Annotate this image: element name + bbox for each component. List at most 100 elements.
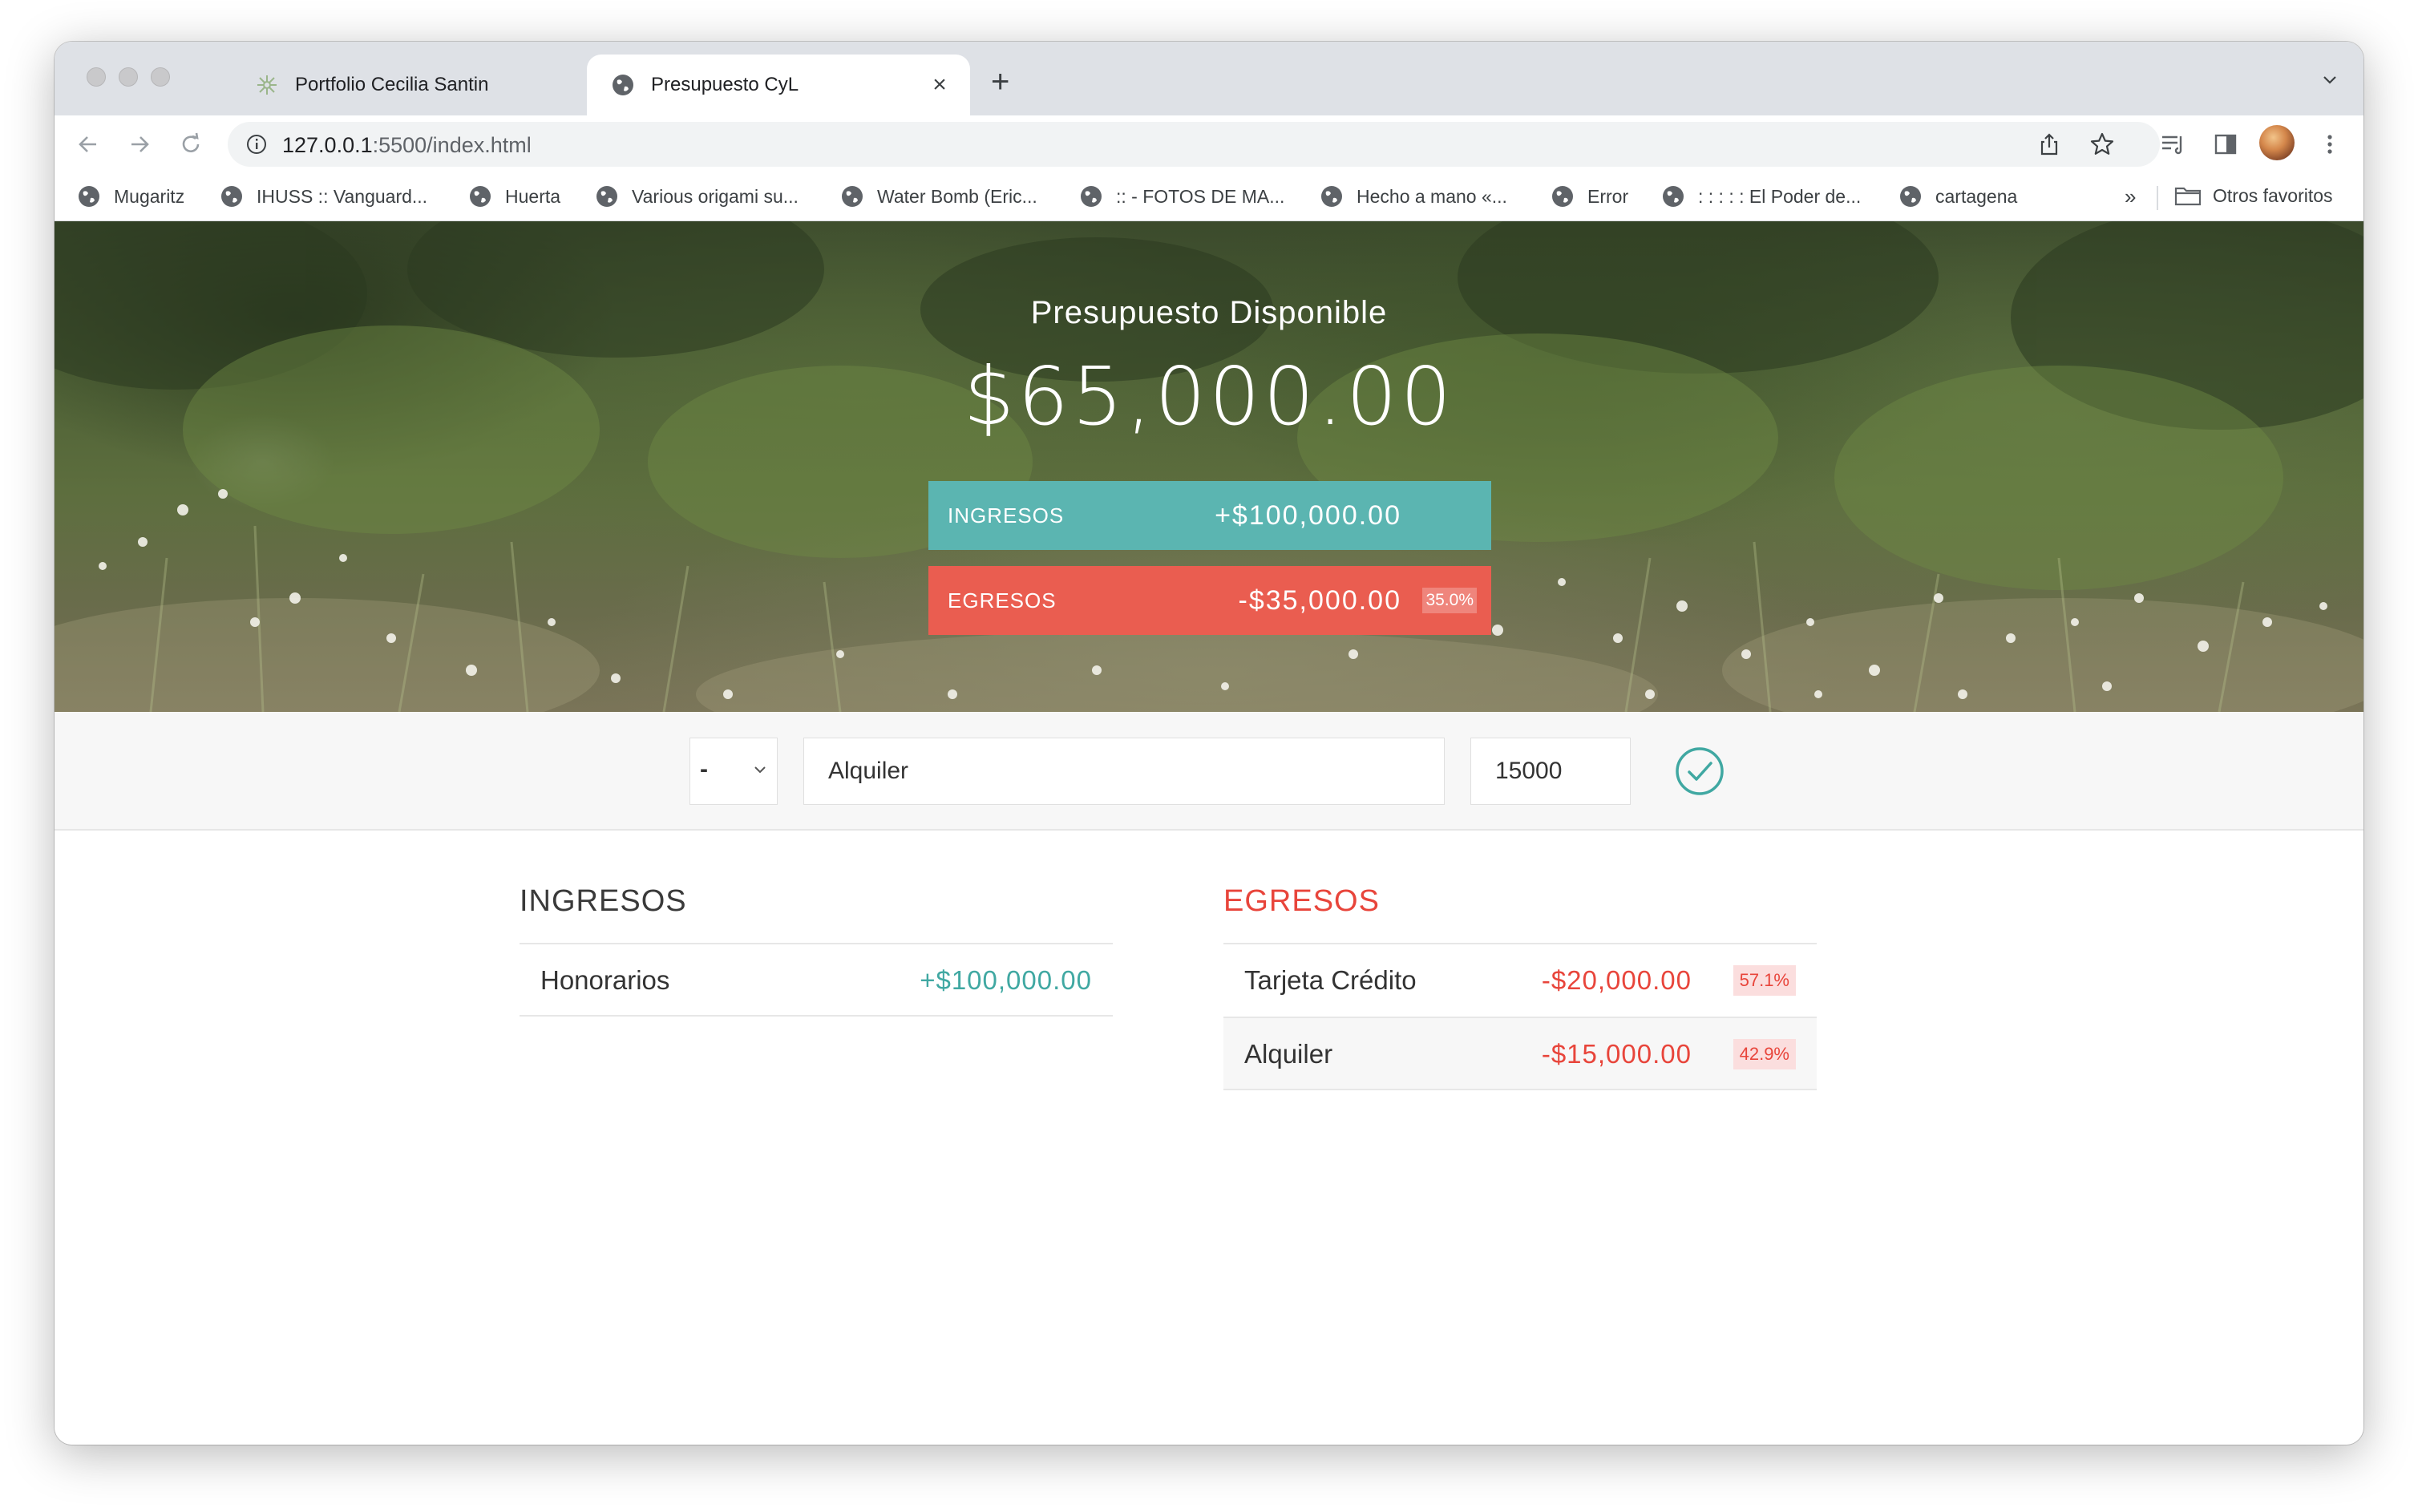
item-value: +$100,000.00 <box>920 965 1092 995</box>
globe-icon <box>842 186 863 207</box>
expense-list: EGRESOS Tarjeta Crédito -$20,000.00 57.1… <box>1223 883 1817 1090</box>
bookmark-item[interactable]: Water Bomb (Eric... <box>840 184 1037 208</box>
bookmarks-divider <box>2157 186 2158 210</box>
chevron-down-icon <box>754 766 766 774</box>
globe-icon <box>1552 186 1573 207</box>
income-summary-value: +$100,000.00 <box>1215 499 1401 531</box>
more-menu-icon[interactable] <box>2320 130 2339 159</box>
item-percentage-badge: 57.1% <box>1733 965 1796 996</box>
item-description: Alquiler <box>1244 1039 1333 1069</box>
expense-item: Alquiler -$15,000.00 42.9% <box>1223 1017 1817 1090</box>
expense-summary: EGRESOS -$35,000.00 35.0% <box>928 566 1491 635</box>
bookmark-label: Various origami su... <box>632 185 799 207</box>
bookmark-item[interactable]: IHUSS :: Vanguard... <box>220 184 427 208</box>
minimize-window-button[interactable] <box>119 67 138 87</box>
other-bookmarks-label: Otros favoritos <box>2213 184 2333 206</box>
bookmark-item[interactable]: Mugaritz <box>77 184 184 208</box>
leaf-icon <box>257 75 277 95</box>
tab-strip: Portfolio Cecilia Santin × Presupuesto C… <box>55 42 2363 115</box>
bookmark-label: Error <box>1587 185 1629 207</box>
income-summary-label: INGRESOS <box>948 503 1065 528</box>
bookmarks-bar: Mugaritz IHUSS :: Vanguard... Huerta Var… <box>55 175 2363 221</box>
page-content: Presupuesto Disponible $65,000.00 INGRES… <box>55 221 2363 1445</box>
url-host: 127.0.0.1 <box>282 133 373 157</box>
bookmark-item[interactable]: Various origami su... <box>595 184 799 208</box>
address-bar[interactable]: 127.0.0.1:5500/index.html <box>228 122 2160 167</box>
window-controls <box>87 67 170 87</box>
new-tab-button[interactable]: + <box>991 66 1009 98</box>
folder-icon <box>2174 187 2202 206</box>
more-bookmarks-button[interactable]: » <box>2125 184 2136 209</box>
bookmark-item[interactable]: : : : : : El Poder de... <box>1661 184 1861 208</box>
expense-list-title: EGRESOS <box>1223 884 1380 918</box>
budget-title: Presupuesto Disponible <box>1030 295 1388 330</box>
share-icon[interactable] <box>2036 131 2062 157</box>
income-list: INGRESOS Honorarios +$100,000.00 <box>520 883 1113 1017</box>
bookmark-label: cartagena <box>1935 185 2018 207</box>
bookmark-item[interactable]: Huerta <box>468 184 560 208</box>
bookmark-item[interactable]: Hecho a mano «... <box>1320 184 1507 208</box>
item-percentage-badge: 42.9% <box>1733 1039 1796 1069</box>
bookmark-label: Water Bomb (Eric... <box>877 185 1037 207</box>
tab-presupuesto[interactable]: Presupuesto CyL × <box>587 55 970 115</box>
amount-input[interactable]: 15000 <box>1470 738 1631 805</box>
browser-window: Portfolio Cecilia Santin × Presupuesto C… <box>55 42 2363 1445</box>
globe-icon <box>1081 186 1102 207</box>
globe-icon <box>596 186 617 207</box>
bookmark-label: Huerta <box>505 185 561 207</box>
expense-summary-label: EGRESOS <box>948 588 1057 612</box>
side-panel-icon[interactable] <box>2211 130 2240 159</box>
close-tab-icon[interactable]: × <box>924 71 956 99</box>
globe-icon <box>470 186 491 207</box>
expense-item: Tarjeta Crédito -$20,000.00 57.1% <box>1223 943 1817 1017</box>
back-arrow-icon[interactable] <box>74 130 103 159</box>
tab-title: Presupuesto CyL <box>651 74 799 95</box>
income-list-title: INGRESOS <box>520 884 687 918</box>
globe-icon <box>1663 186 1684 207</box>
bookmark-label: : : : : : El Poder de... <box>1698 185 1862 207</box>
reading-list-icon[interactable] <box>2158 130 2187 159</box>
budget-header: Presupuesto Disponible $65,000.00 INGRES… <box>55 221 2363 712</box>
bookmark-label: IHUSS :: Vanguard... <box>257 185 428 207</box>
description-input[interactable]: Alquiler <box>803 738 1445 805</box>
bookmark-label: :: - FOTOS DE MA... <box>1116 185 1285 207</box>
forward-arrow-icon[interactable] <box>125 130 154 159</box>
bookmark-label: Mugaritz <box>114 185 185 207</box>
other-bookmarks-folder[interactable]: Otros favoritos <box>2174 184 2333 207</box>
url-text[interactable]: 127.0.0.1:5500/index.html <box>282 133 532 158</box>
add-entry-form: - Alquiler 15000 <box>55 712 2363 831</box>
globe-icon <box>1321 186 1342 207</box>
type-select[interactable]: - <box>689 738 778 805</box>
chevron-down-icon[interactable] <box>2320 71 2339 90</box>
item-value: -$20,000.00 <box>1541 965 1692 995</box>
available-budget: $65,000.00 <box>963 350 1455 443</box>
url-path: :5500/index.html <box>372 133 532 157</box>
star-icon[interactable] <box>2089 131 2115 157</box>
globe-icon <box>79 186 99 207</box>
expense-summary-value: -$35,000.00 <box>1238 584 1401 616</box>
bookmark-item[interactable]: cartagena <box>1898 184 2017 208</box>
check-circle-icon[interactable] <box>1674 746 1725 797</box>
bookmark-item[interactable]: :: - FOTOS DE MA... <box>1079 184 1284 208</box>
tab-portfolio[interactable]: Portfolio Cecilia Santin × <box>207 55 640 115</box>
close-window-button[interactable] <box>87 67 106 87</box>
type-select-value: - <box>700 756 708 782</box>
item-description: Tarjeta Crédito <box>1244 965 1417 995</box>
income-summary: INGRESOS +$100,000.00 <box>928 481 1491 550</box>
globe-icon <box>1900 186 1921 207</box>
profile-avatar[interactable] <box>2259 125 2295 160</box>
globe-icon <box>613 75 633 95</box>
tab-title: Portfolio Cecilia Santin <box>295 74 489 95</box>
income-item: Honorarios +$100,000.00 <box>520 943 1113 1017</box>
reload-icon[interactable] <box>176 130 205 159</box>
info-icon[interactable] <box>245 133 268 156</box>
expense-percentage-badge: 35.0% <box>1422 588 1477 613</box>
item-description: Honorarios <box>540 965 670 995</box>
item-value: -$15,000.00 <box>1541 1039 1692 1069</box>
bookmark-item[interactable]: Error <box>1551 184 1628 208</box>
bookmark-label: Hecho a mano «... <box>1357 185 1507 207</box>
globe-icon <box>221 186 242 207</box>
toolbar: 127.0.0.1:5500/index.html <box>55 115 2363 175</box>
budget-summary: Presupuesto Disponible $65,000.00 INGRES… <box>55 221 2363 712</box>
zoom-window-button[interactable] <box>151 67 170 87</box>
